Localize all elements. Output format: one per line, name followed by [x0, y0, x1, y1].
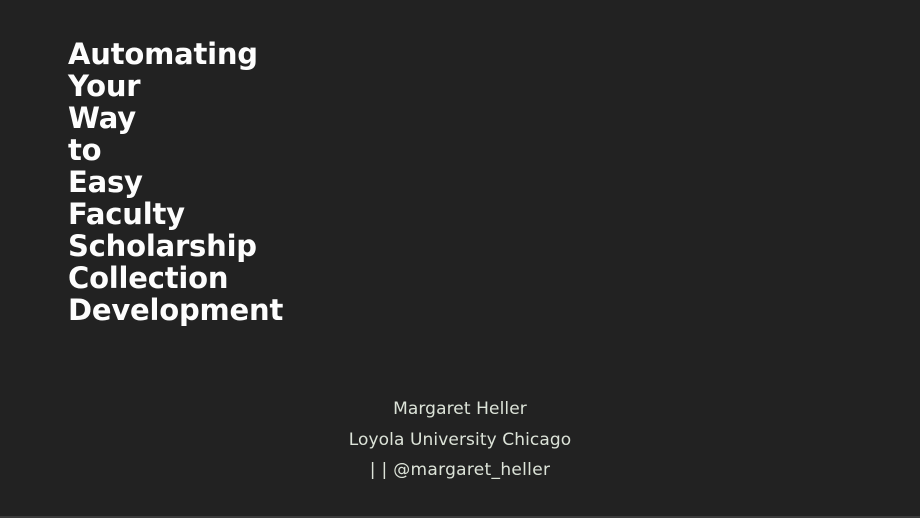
title-line: Faculty — [68, 197, 185, 231]
slide-subtitle: Margaret Heller Loyola University Chicag… — [0, 394, 920, 486]
title-line: Easy — [68, 165, 143, 199]
presenter-social-handle: | | @margaret_heller — [369, 460, 551, 480]
presenter-affiliation: Loyola University Chicago — [348, 429, 572, 450]
slide-title: Automating Your Way to Easy Faculty Scho… — [68, 38, 488, 326]
presentation-title-slide: Automating Your Way to Easy Faculty Scho… — [0, 0, 920, 518]
title-line: Automating — [68, 37, 258, 71]
title-line: Way — [68, 101, 136, 135]
title-line: Your — [68, 69, 141, 103]
presenter-name: Margaret Heller — [393, 399, 527, 419]
title-line: Scholarship — [68, 229, 257, 263]
title-line: to — [68, 133, 102, 167]
title-line: Development — [68, 293, 284, 327]
title-line: Collection — [68, 261, 229, 295]
